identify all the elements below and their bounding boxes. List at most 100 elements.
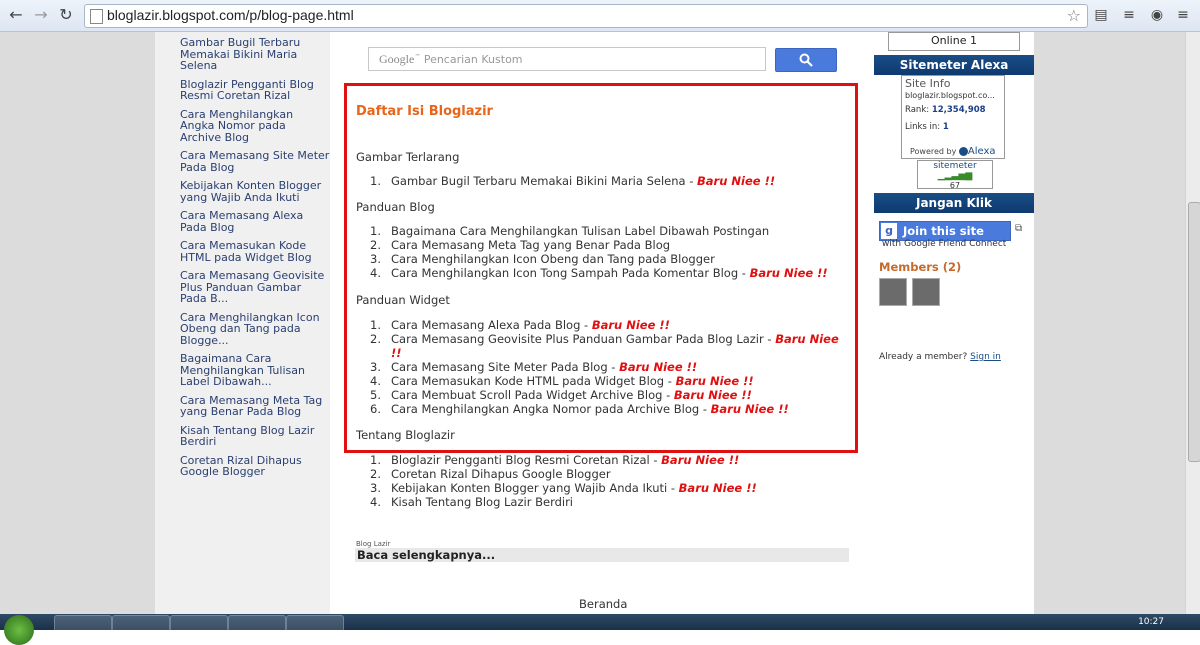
recent-post-link[interactable]: Cara Menghilangkan Icon Obeng dan Tang p… bbox=[180, 311, 320, 347]
recent-post-item[interactable]: Cara Menghilangkan Angka Nomor pada Arch… bbox=[180, 108, 330, 144]
taskbar-app-icon[interactable] bbox=[170, 615, 228, 632]
recent-post-item[interactable]: Kebijakan Konten Blogger yang Wajib Anda… bbox=[180, 180, 330, 203]
recent-post-link[interactable]: Cara Memasang Site Meter Pada Blog bbox=[180, 149, 329, 174]
toc-item-link[interactable]: Cara Menghilangkan Angka Nomor pada Arch… bbox=[391, 402, 711, 416]
new-badge: Baru Niee !! bbox=[749, 266, 828, 280]
alexa-links-value: 1 bbox=[942, 122, 949, 132]
recent-post-link[interactable]: Gambar Bugil Terbaru Memakai Bikini Mari… bbox=[180, 36, 300, 72]
back-arrow-icon[interactable]: ← bbox=[6, 5, 26, 25]
recent-post-link[interactable]: Bloglazir Pengganti Blog Resmi Coretan R… bbox=[180, 78, 314, 103]
recent-post-item[interactable]: Bloglazir Pengganti Blog Resmi Coretan R… bbox=[180, 78, 330, 103]
recent-post-link[interactable]: Bagaimana Cara Menghilangkan Tulisan Lab… bbox=[180, 352, 305, 388]
taskbar-chrome-icon[interactable] bbox=[228, 615, 286, 632]
wrench-menu-icon[interactable]: ≡ bbox=[1120, 6, 1138, 24]
vertical-scrollbar[interactable] bbox=[1185, 32, 1200, 614]
home-link[interactable]: Beranda bbox=[579, 597, 627, 611]
taskbar-clock[interactable]: 10:27 bbox=[1138, 617, 1164, 627]
recent-post-item[interactable]: Gambar Bugil Terbaru Memakai Bikini Mari… bbox=[180, 37, 330, 72]
recent-post-link[interactable]: Cara Memasukan Kode HTML pada Widget Blo… bbox=[180, 239, 312, 264]
toc-item[interactable]: 4. Cara Memasukan Kode HTML pada Widget B… bbox=[356, 374, 851, 388]
reload-icon[interactable]: ↻ bbox=[56, 5, 76, 25]
toc-item[interactable]: 1. Bagaimana Cara Menghilangkan Tulisan L… bbox=[356, 224, 851, 238]
toc-item-link[interactable]: Cara Membuat Scroll Pada Widget Archive … bbox=[391, 388, 674, 402]
search-icon bbox=[799, 53, 813, 67]
recent-post-link[interactable]: Cara Memasang Alexa Pada Blog bbox=[180, 209, 303, 234]
toc-item-link[interactable]: Kisah Tentang Blog Lazir Berdiri bbox=[391, 495, 573, 509]
toc-item[interactable]: 5. Cara Membuat Scroll Pada Widget Archiv… bbox=[356, 388, 851, 402]
scrollbar-thumb[interactable] bbox=[1188, 202, 1200, 462]
recent-post-item[interactable]: Cara Memasang Geovisite Plus Panduan Gam… bbox=[180, 270, 330, 305]
taskbar-ie-icon[interactable] bbox=[112, 615, 170, 632]
toc-item[interactable]: 1. Bloglazir Pengganti Blog Resmi Coretan… bbox=[356, 453, 851, 467]
start-button-icon[interactable] bbox=[4, 615, 34, 645]
already-member-text: Already a member? Sign in bbox=[879, 352, 1001, 362]
toc-item[interactable]: 1. Gambar Bugil Terbaru Memakai Bikini Ma… bbox=[356, 174, 851, 188]
left-sidebar: Gambar Bugil Terbaru Memakai Bikini Mari… bbox=[155, 32, 330, 614]
toc-item-link[interactable]: Coretan Rizal Dihapus Google Blogger bbox=[391, 467, 611, 481]
toc-item-link[interactable]: Kebijakan Konten Blogger yang Wajib Anda… bbox=[391, 481, 679, 495]
alexa-links: Links in: 1 bbox=[905, 122, 949, 132]
toc-item-link[interactable]: Cara Memasang Meta Tag yang Benar Pada B… bbox=[391, 238, 670, 252]
alexa-rank: Rank: 12,354,908 bbox=[905, 105, 986, 115]
member-avatar[interactable] bbox=[912, 278, 940, 306]
recent-post-item[interactable]: Cara Menghilangkan Icon Obeng dan Tang p… bbox=[180, 311, 330, 347]
url-text[interactable]: bloglazir.blogspot.com/p/blog-page.html bbox=[107, 7, 354, 23]
sign-in-link[interactable]: Sign in bbox=[970, 352, 1001, 362]
toc-item[interactable]: 3. Kebijakan Konten Blogger yang Wajib An… bbox=[356, 481, 851, 495]
toc-item-link[interactable]: Gambar Bugil Terbaru Memakai Bikini Mari… bbox=[391, 174, 697, 188]
recent-post-item[interactable]: Cara Memasang Site Meter Pada Blog bbox=[180, 150, 330, 173]
toc-item-link[interactable]: Cara Memasang Site Meter Pada Blog - bbox=[391, 360, 619, 374]
page-menu-icon[interactable]: ▤ bbox=[1092, 6, 1110, 24]
section-heading: Panduan Widget bbox=[356, 293, 450, 307]
member-avatar[interactable] bbox=[879, 278, 907, 306]
toc-item[interactable]: 4. Kisah Tentang Blog Lazir Berdiri bbox=[356, 495, 851, 509]
new-badge: Baru Niee !! bbox=[678, 481, 757, 495]
toc-item-link[interactable]: Bagaimana Cara Menghilangkan Tulisan Lab… bbox=[391, 224, 769, 238]
toc-item[interactable]: 2. Cara Memasang Meta Tag yang Benar Pada… bbox=[356, 238, 851, 252]
recent-post-link[interactable]: Coretan Rizal Dihapus Google Blogger bbox=[180, 454, 302, 479]
recent-post-item[interactable]: Cara Memasukan Kode HTML pada Widget Blo… bbox=[180, 240, 330, 263]
join-site-button[interactable]: g Join this site bbox=[879, 221, 1011, 241]
extension-icon[interactable]: ◉ bbox=[1148, 6, 1166, 24]
settings-icon[interactable]: ≡ bbox=[1174, 6, 1192, 24]
recent-post-item[interactable]: Cara Memasang Meta Tag yang Benar Pada B… bbox=[180, 394, 330, 419]
toc-item[interactable]: 3. Cara Menghilangkan Icon Obeng dan Tang… bbox=[356, 252, 851, 266]
taskbar-app-icon[interactable] bbox=[286, 615, 344, 632]
recent-post-item[interactable]: Coretan Rizal Dihapus Google Blogger bbox=[180, 454, 330, 479]
toc-item[interactable]: 2. Coretan Rizal Dihapus Google Blogger bbox=[356, 467, 851, 481]
recent-post-item[interactable]: Cara Memasang Alexa Pada Blog bbox=[180, 210, 330, 233]
taskbar-explorer-icon[interactable] bbox=[54, 615, 112, 632]
toc-item[interactable]: 2. Cara Memasang Geovisite Plus Panduan G… bbox=[356, 332, 851, 360]
search-input[interactable]: Google™ Pencarian Kustom bbox=[368, 47, 766, 71]
recent-post-link[interactable]: Cara Memasang Meta Tag yang Benar Pada B… bbox=[180, 394, 322, 419]
new-badge: Baru Niee !! bbox=[710, 402, 789, 416]
alexa-widget[interactable]: Site Info bloglazir.blogspot.co... Rank:… bbox=[901, 75, 1005, 159]
search-button[interactable] bbox=[775, 48, 837, 72]
toc-item-link[interactable]: Bloglazir Pengganti Blog Resmi Coretan R… bbox=[391, 453, 661, 467]
toc-item[interactable]: 1. Cara Memasang Alexa Pada Blog - Baru N… bbox=[356, 318, 851, 332]
recent-post-link[interactable]: Cara Memasang Geovisite Plus Panduan Gam… bbox=[180, 269, 324, 305]
toc-item[interactable]: 4. Cara Menghilangkan Icon Tong Sampah Pa… bbox=[356, 266, 851, 280]
toc-item-link[interactable]: Cara Menghilangkan Icon Obeng dan Tang p… bbox=[391, 252, 715, 266]
read-more-link[interactable]: Baca selengkapnya... bbox=[355, 548, 849, 562]
item-number: 2. bbox=[370, 332, 381, 346]
recent-post-link[interactable]: Cara Menghilangkan Angka Nomor pada Arch… bbox=[180, 108, 293, 144]
address-bar[interactable]: bloglazir.blogspot.com/p/blog-page.html … bbox=[84, 4, 1088, 28]
toc-item-link[interactable]: Cara Memasang Alexa Pada Blog - bbox=[391, 318, 592, 332]
popout-icon[interactable]: ⧉ bbox=[1015, 223, 1022, 234]
toc-item-link[interactable]: Cara Memasang Geovisite Plus Panduan Gam… bbox=[391, 332, 775, 346]
toc-item[interactable]: 3. Cara Memasang Site Meter Pada Blog - B… bbox=[356, 360, 851, 374]
forward-arrow-icon[interactable]: → bbox=[31, 5, 51, 25]
recent-post-link[interactable]: Kebijakan Konten Blogger yang Wajib Anda… bbox=[180, 179, 321, 204]
toc-item-link[interactable]: Cara Memasukan Kode HTML pada Widget Blo… bbox=[391, 374, 676, 388]
section-heading: Tentang Bloglazir bbox=[356, 428, 455, 442]
recent-post-link[interactable]: Kisah Tentang Blog Lazir Berdiri bbox=[180, 424, 314, 449]
toc-item-link[interactable]: Cara Menghilangkan Icon Tong Sampah Pada… bbox=[391, 266, 750, 280]
toc-item[interactable]: 6. Cara Menghilangkan Angka Nomor pada Ar… bbox=[356, 402, 851, 416]
recent-post-item[interactable]: Kisah Tentang Blog Lazir Berdiri bbox=[180, 424, 330, 449]
recent-post-item[interactable]: Bagaimana Cara Menghilangkan Tulisan Lab… bbox=[180, 353, 330, 388]
join-site-label: Join this site bbox=[903, 224, 984, 238]
post-label[interactable]: Blog Lazir bbox=[356, 540, 390, 548]
sitemeter-badge[interactable]: sitemeter ▁▂▃▅▆ 67 bbox=[917, 160, 993, 190]
bookmark-star-icon[interactable]: ☆ bbox=[1067, 6, 1081, 25]
